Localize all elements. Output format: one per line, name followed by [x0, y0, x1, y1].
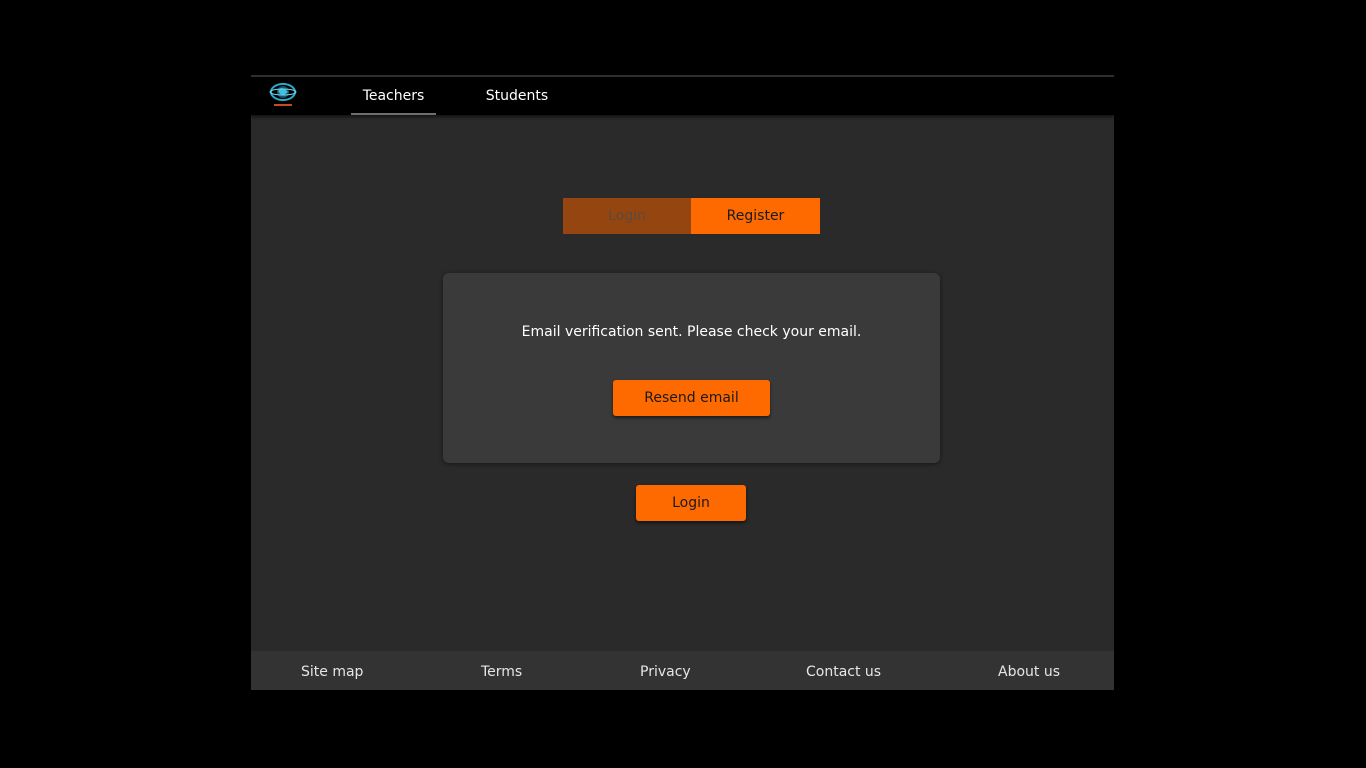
- footer-link-contact-us[interactable]: Contact us: [806, 651, 881, 690]
- footer: Site map Terms Privacy Contact us About …: [251, 651, 1114, 690]
- footer-link-site-map[interactable]: Site map: [301, 651, 363, 690]
- tab-students[interactable]: Students: [477, 77, 557, 115]
- app-window: Teachers Students Login Register Email v…: [251, 75, 1114, 690]
- footer-link-terms[interactable]: Terms: [481, 651, 522, 690]
- register-toggle-button[interactable]: Register: [691, 198, 820, 234]
- tab-teachers[interactable]: Teachers: [351, 77, 436, 115]
- top-navigation-bar: Teachers Students: [251, 75, 1114, 115]
- login-button[interactable]: Login: [636, 485, 746, 521]
- verification-message: Email verification sent. Please check yo…: [521, 324, 862, 340]
- footer-link-privacy[interactable]: Privacy: [640, 651, 691, 690]
- login-register-toggle: Login Register: [563, 198, 820, 234]
- globe-logo-icon[interactable]: [267, 80, 299, 112]
- login-toggle-button[interactable]: Login: [563, 198, 691, 234]
- verification-card: Email verification sent. Please check yo…: [443, 273, 940, 463]
- resend-email-button[interactable]: Resend email: [613, 380, 770, 416]
- footer-link-about-us[interactable]: About us: [998, 651, 1060, 690]
